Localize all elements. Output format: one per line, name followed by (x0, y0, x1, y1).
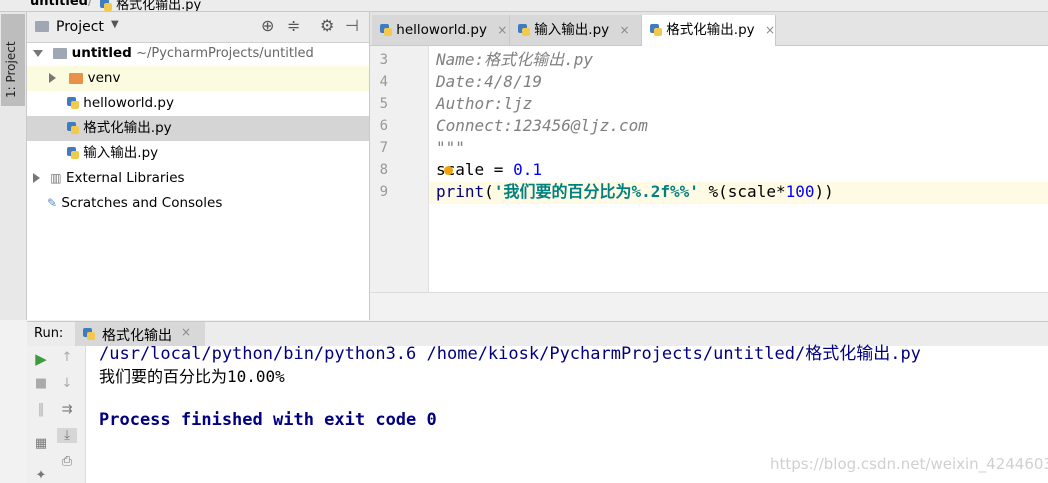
tree-item-label: External Libraries (65, 170, 185, 186)
tree-root-untitled[interactable]: untitled ~/PycharmProjects/untitled (27, 41, 369, 66)
code-number: 0.1 (513, 160, 542, 179)
chevron-down-icon[interactable]: ▼ (111, 19, 119, 30)
folder-icon (53, 47, 68, 59)
code-operator: = (484, 160, 514, 179)
watermark-text: https://blog.csdn.net/weixin_42446031 (770, 455, 1048, 473)
print-icon[interactable]: ⎙ (57, 454, 77, 469)
tab-label: helloworld.py (396, 22, 487, 38)
project-panel-header: Project ▼ ⊕ ≑ ⚙ ⊣ (27, 12, 369, 43)
folder-icon (35, 19, 49, 34)
close-icon[interactable]: × (181, 325, 191, 339)
python-file-icon (518, 23, 530, 37)
console-output-line: 我们要的百分比为10.00% (99, 367, 285, 386)
code-expression: %(scale* (698, 182, 786, 201)
tree-item-input-output[interactable]: 输入输出.py (27, 141, 369, 166)
tree-item-label: 格式化输出.py (83, 120, 172, 136)
code-line: Connect:123456@ljz.com (436, 116, 648, 135)
code-paren: )) (814, 182, 834, 201)
scratches-icon: ✎ (47, 196, 58, 210)
line-number: 6 (379, 118, 388, 134)
tree-item-venv[interactable]: venv (27, 66, 369, 91)
code-line: print('我们要的百分比为%.2f%%' %(scale*100)) (436, 181, 834, 203)
scroll-to-end-icon[interactable]: ⤓ (57, 428, 77, 443)
python-file-icon (67, 121, 79, 135)
close-icon[interactable]: × (765, 23, 775, 37)
editor-tab-bar: helloworld.py × 输入输出.py × 格式化输出.py × (370, 12, 1048, 46)
tree-root-name: untitled (71, 45, 132, 61)
tree-item-label: 输入输出.py (83, 145, 159, 161)
tab-helloworld[interactable]: helloworld.py × (372, 15, 510, 45)
pin-icon[interactable]: ✦ (31, 468, 51, 483)
python-file-icon (100, 0, 112, 11)
editor-bottom-area (370, 292, 1048, 321)
tree-root-path: ~/PycharmProjects/untitled (136, 46, 314, 61)
breadcrumb-file[interactable]: 格式化输出.py (100, 0, 201, 11)
project-tab-label: 1: Project (4, 41, 18, 98)
tree-item-helloworld[interactable]: helloworld.py (27, 91, 369, 116)
breadcrumb-project[interactable]: untitled (30, 0, 88, 9)
tree-item-label: helloworld.py (83, 95, 174, 111)
line-number: 3 (379, 52, 388, 68)
code-line: Date:4/8/19 (436, 72, 542, 91)
code-line: Author:ljz (436, 94, 533, 113)
code-line: Name:格式化输出.py (436, 50, 594, 69)
gear-icon[interactable]: ⚙ (320, 16, 334, 35)
close-icon[interactable]: × (497, 23, 507, 37)
folder-icon (69, 72, 84, 84)
hide-panel-icon[interactable]: ⊣ (345, 16, 359, 35)
code-number: 100 (785, 182, 815, 201)
line-number: 5 (379, 96, 388, 112)
tab-format-output[interactable]: 格式化输出.py × (642, 15, 776, 46)
python-file-icon (650, 23, 662, 37)
tab-input-output[interactable]: 输入输出.py × (510, 15, 642, 45)
arrow-up-icon[interactable]: ↑ (57, 350, 77, 365)
code-string: '我们要的百分比为%.2f%%' (493, 182, 699, 201)
line-number: 7 (379, 140, 388, 156)
stop-icon[interactable]: ■ (31, 376, 51, 391)
line-number-gutter: 3 4 5 6 7 8 9 (370, 46, 429, 292)
code-paren: ( (484, 182, 494, 201)
python-file-icon (67, 146, 79, 160)
tree-item-format-output[interactable]: 格式化输出.py (27, 116, 369, 141)
code-editor[interactable]: 3 4 5 6 7 8 9 Name:格式化输出.py Date:4/8/19 … (370, 46, 1048, 292)
tab-label: 格式化输出.py (666, 22, 755, 38)
tree-item-label: venv (87, 70, 121, 86)
run-tab-label: 格式化输出 (102, 328, 172, 344)
locate-file-icon[interactable]: ⊕ (261, 16, 274, 35)
breadcrumb-separator: / (88, 0, 93, 9)
chevron-down-icon[interactable] (33, 49, 43, 57)
project-tool-window-tab[interactable]: 1: Project (1, 14, 25, 106)
project-panel: Project ▼ ⊕ ≑ ⚙ ⊣ untitled ~/PycharmProj… (27, 12, 370, 320)
code-function: print (436, 182, 485, 201)
console-exit-line: Process finished with exit code 0 (99, 410, 437, 430)
collapse-all-icon[interactable]: ≑ (287, 16, 300, 35)
run-panel-label: Run: (34, 326, 64, 341)
line-number: 8 (379, 162, 388, 178)
soft-wrap-icon[interactable]: ⇉ (57, 402, 77, 417)
python-file-icon (380, 23, 392, 37)
run-toolbar: ▶ ↑ ■ ↓ ‖ ⇉ ▦ ⤓ ⎙ ✦ (27, 346, 86, 483)
tree-item-label: Scratches and Consoles (61, 195, 223, 211)
navigation-bar: untitled / 格式化输出.py (0, 0, 1048, 12)
project-view-selector[interactable]: Project (56, 19, 104, 35)
arrow-down-icon[interactable]: ↓ (57, 376, 77, 391)
pause-icon[interactable]: ‖ (31, 402, 51, 417)
line-number: 4 (379, 74, 388, 90)
chevron-right-icon[interactable] (33, 173, 40, 183)
tree-item-scratches[interactable]: ✎ Scratches and Consoles (27, 191, 369, 216)
rerun-icon[interactable]: ▶ (31, 350, 51, 368)
python-file-icon (67, 96, 79, 110)
line-number: 9 (379, 184, 388, 200)
libraries-icon: ▥ (50, 171, 62, 185)
code-line: """ (436, 138, 465, 157)
console-command-line: /usr/local/python/bin/python3.6 /home/ki… (99, 344, 921, 364)
close-icon[interactable]: × (619, 23, 629, 37)
layout-icon[interactable]: ▦ (31, 436, 51, 451)
chevron-right-icon[interactable] (49, 73, 56, 83)
tree-item-external-libraries[interactable]: ▥ External Libraries (27, 166, 369, 191)
tab-label: 输入输出.py (534, 22, 610, 38)
python-file-icon (83, 327, 95, 342)
intention-bulb-icon[interactable] (444, 166, 453, 175)
